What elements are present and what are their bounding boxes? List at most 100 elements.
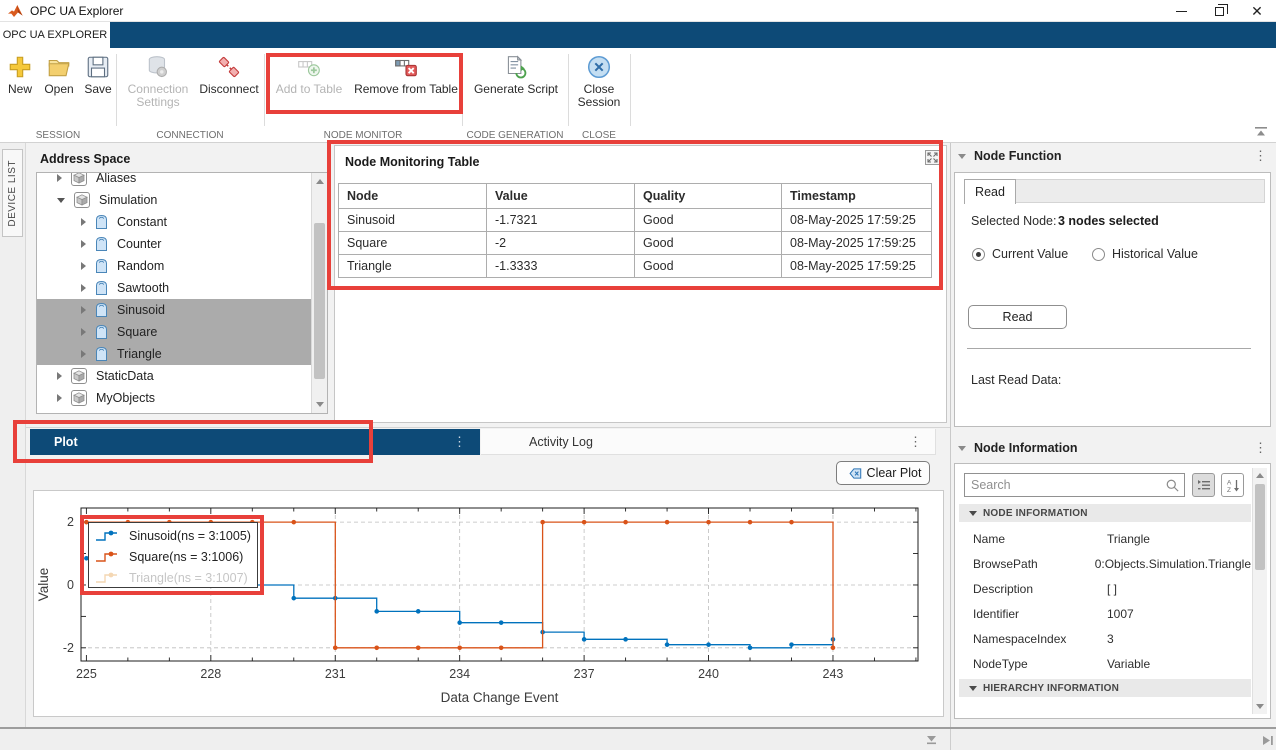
collapse-ribbon-icon[interactable] (1254, 126, 1268, 138)
expand-node-icon[interactable] (81, 306, 86, 314)
node-function-menu-icon[interactable]: ⋮ (1254, 148, 1267, 164)
node-information-menu-icon[interactable]: ⋮ (1254, 440, 1267, 456)
table-row[interactable]: Sinusoid-1.7321Good08-May-2025 17:59:25 (339, 209, 932, 232)
property-row-namespaceindex[interactable]: NamespaceIndex3 (959, 626, 1251, 651)
collapse-node-icon[interactable] (57, 198, 65, 203)
tree-item-counter[interactable]: Counter (37, 233, 311, 255)
plot-legend[interactable]: Sinusoid(ns = 3:1005)Square(ns = 3:1006)… (88, 522, 258, 588)
section-header-1[interactable]: HIERARCHY INFORMATION (959, 679, 1251, 697)
restore-button[interactable] (1200, 0, 1238, 22)
radio-current-value-icon[interactable] (972, 248, 985, 261)
disconnect-button[interactable]: Disconnect (198, 54, 260, 96)
tree-scrollbar[interactable] (311, 173, 327, 413)
expand-node-icon[interactable] (81, 328, 86, 336)
save-button[interactable]: Save (80, 54, 116, 96)
radio-historical-value[interactable]: Historical Value (1092, 247, 1198, 261)
radio-current-value[interactable]: Current Value (972, 247, 1068, 261)
column-header-quality[interactable]: Quality (635, 184, 782, 209)
property-row-browsepath[interactable]: BrowsePath0:Objects.Simulation.Triangle (959, 551, 1251, 576)
collapse-node-function-icon[interactable] (958, 154, 966, 159)
generate-script-button[interactable]: Generate Script (466, 54, 566, 96)
node-monitoring-table[interactable]: NodeValueQualityTimestamp Sinusoid-1.732… (338, 183, 932, 278)
tree-item-staticdata[interactable]: StaticData (37, 365, 311, 387)
activity-log-menu-icon[interactable]: ⋮ (909, 434, 922, 450)
minimize-button[interactable] (1162, 0, 1200, 22)
radio-historical-value-icon[interactable] (1092, 248, 1105, 261)
section-header-0[interactable]: NODE INFORMATION (959, 504, 1251, 522)
scroll-down-icon[interactable] (1256, 704, 1264, 709)
search-input[interactable] (971, 476, 1161, 494)
collapse-section-icon[interactable] (969, 511, 977, 516)
collapse-section-icon[interactable] (969, 686, 977, 691)
scroll-up-icon[interactable] (316, 179, 324, 184)
legend-entry[interactable]: Sinusoid(ns = 3:1005) (95, 525, 257, 546)
expand-node-icon[interactable] (81, 218, 86, 226)
tab-opc-ua-explorer[interactable]: OPC UA EXPLORER (0, 22, 110, 48)
collapse-node-information-icon[interactable] (958, 446, 966, 451)
tree-item-myobjects[interactable]: MyObjects (37, 387, 311, 409)
scroll-down-icon[interactable] (316, 402, 324, 407)
tree-item-random[interactable]: Random (37, 255, 311, 277)
table-row[interactable]: Square-2Good08-May-2025 17:59:25 (339, 232, 932, 255)
scrollbar-thumb[interactable] (1255, 484, 1265, 570)
clear-plot-icon (845, 467, 862, 480)
node-info-scrollbar[interactable] (1252, 468, 1267, 714)
sort-az-icon: A Z (1226, 478, 1240, 493)
new-button[interactable]: New (2, 54, 38, 96)
expand-node-icon[interactable] (81, 240, 86, 248)
column-header-value[interactable]: Value (487, 184, 635, 209)
address-space-tree[interactable]: AliasesSimulationConstantCounterRandomSa… (36, 172, 328, 414)
svg-text:-2: -2 (63, 641, 74, 655)
group-label-session: SESSION (0, 130, 116, 141)
property-row-identifier[interactable]: Identifier1007 (959, 601, 1251, 626)
table-row[interactable]: Triangle-1.3333Good08-May-2025 17:59:25 (339, 255, 932, 278)
sort-az-button[interactable]: A Z (1221, 473, 1244, 497)
column-header-timestamp[interactable]: Timestamp (782, 184, 932, 209)
remove-from-table-button[interactable]: Remove from Table (352, 54, 460, 96)
tree-item-sinusoid[interactable]: Sinusoid (37, 299, 311, 321)
selected-node-label: Selected Node: (971, 214, 1056, 228)
tab-plot[interactable]: Plot ⋮ (30, 429, 480, 455)
group-divider (264, 54, 265, 126)
svg-text:Z: Z (1227, 487, 1231, 493)
expand-node-icon[interactable] (81, 284, 86, 292)
group-view-button[interactable] (1192, 473, 1215, 497)
expand-node-icon[interactable] (57, 394, 62, 402)
property-row-nodetype[interactable]: NodeTypeVariable (959, 651, 1251, 676)
node-information-panel: A Z NODE INFORMATION NameTriangleBrowsePa… (954, 463, 1271, 719)
tree-item-simulation[interactable]: Simulation (37, 189, 311, 211)
open-button[interactable]: Open (40, 54, 78, 96)
tree-item-square[interactable]: Square (37, 321, 311, 343)
scrollbar-thumb[interactable] (314, 223, 325, 379)
expand-node-icon[interactable] (81, 350, 86, 358)
tab-read[interactable]: Read (964, 179, 1016, 204)
column-header-node[interactable]: Node (339, 184, 487, 209)
expand-node-icon[interactable] (81, 262, 86, 270)
expand-node-icon[interactable] (57, 174, 62, 182)
close-button[interactable]: ✕ (1238, 0, 1276, 22)
read-button[interactable]: Read (968, 305, 1067, 329)
collapse-bottom-panel-icon[interactable] (925, 734, 938, 746)
legend-entry[interactable]: Square(ns = 3:1006) (95, 546, 257, 567)
property-row-name[interactable]: NameTriangle (959, 526, 1251, 551)
expand-panel-icon[interactable] (925, 150, 940, 165)
object-node-icon (74, 192, 90, 208)
node-function-header[interactable]: Node Function ⋮ (951, 143, 1276, 169)
variable-node-icon (95, 346, 108, 362)
clear-plot-button[interactable]: Clear Plot (836, 461, 930, 485)
legend-entry[interactable]: Triangle(ns = 3:1007) (95, 567, 257, 588)
tab-activity-log[interactable]: Activity Log ⋮ (481, 429, 936, 455)
expand-node-icon[interactable] (57, 372, 62, 380)
node-information-header[interactable]: Node Information ⋮ (951, 435, 1276, 461)
tree-item-aliases[interactable]: Aliases (37, 172, 311, 189)
expand-right-panel-icon[interactable] (1262, 734, 1274, 747)
close-session-button[interactable]: Close Session (572, 54, 626, 109)
plot-tab-menu-icon[interactable]: ⋮ (453, 434, 466, 450)
scroll-up-icon[interactable] (1256, 473, 1264, 478)
property-row-description[interactable]: Description[ ] (959, 576, 1251, 601)
tree-item-constant[interactable]: Constant (37, 211, 311, 233)
search-box[interactable] (964, 473, 1185, 497)
tree-item-triangle[interactable]: Triangle (37, 343, 311, 365)
tab-device-list[interactable]: DEVICE LIST (2, 149, 23, 237)
tree-item-sawtooth[interactable]: Sawtooth (37, 277, 311, 299)
